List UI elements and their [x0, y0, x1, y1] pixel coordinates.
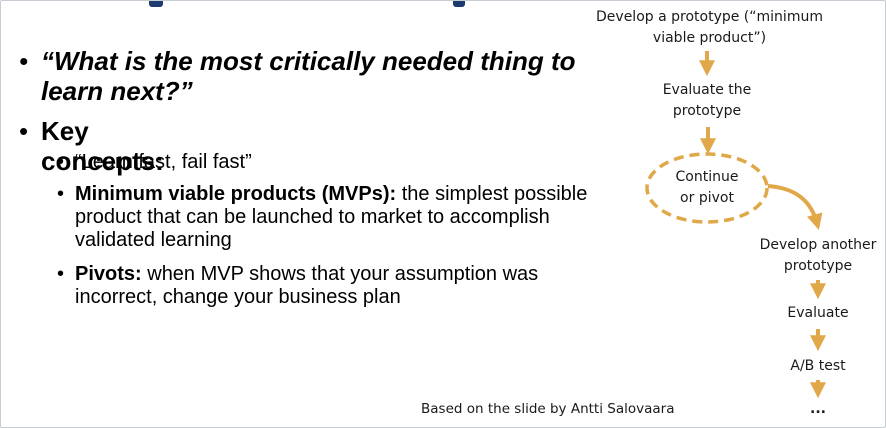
- flow-step-line: A/B test: [790, 358, 846, 374]
- flow-step-line: Evaluate: [787, 305, 849, 321]
- flow-step-line: Continue: [675, 169, 739, 185]
- flow-step-line: prototype: [672, 103, 742, 119]
- slide: • “What is the most critically needed th…: [0, 0, 886, 428]
- flow-step-develop-another: Develop another prototype: [743, 235, 885, 277]
- flow-decision-continue-or-pivot: Continue or pivot: [647, 167, 767, 209]
- flow-step-ab-test: A/B test: [768, 356, 868, 377]
- flow-diagram: [645, 51, 826, 399]
- flow-step-evaluate-prototype: Evaluate the prototype: [637, 80, 777, 122]
- curved-arrow-icon: [767, 184, 823, 230]
- flow-step-evaluate: Evaluate: [768, 303, 868, 324]
- flow-step-line: viable product”): [652, 30, 767, 46]
- flow-step-line: prototype: [783, 258, 853, 274]
- flow-step-line: Develop a prototype (“minimum: [596, 9, 823, 25]
- flow-step-line: ...: [810, 401, 826, 417]
- flow-step-line: Evaluate the: [662, 82, 752, 98]
- flow-step-line: Develop another: [759, 237, 877, 253]
- flow-step-ellipsis: ...: [768, 399, 868, 420]
- flow-step-line: or pivot: [680, 190, 734, 206]
- source-credit: Based on the slide by Antti Salovaara: [421, 401, 675, 417]
- flow-step-develop-prototype: Develop a prototype (“minimum viable pro…: [567, 7, 852, 49]
